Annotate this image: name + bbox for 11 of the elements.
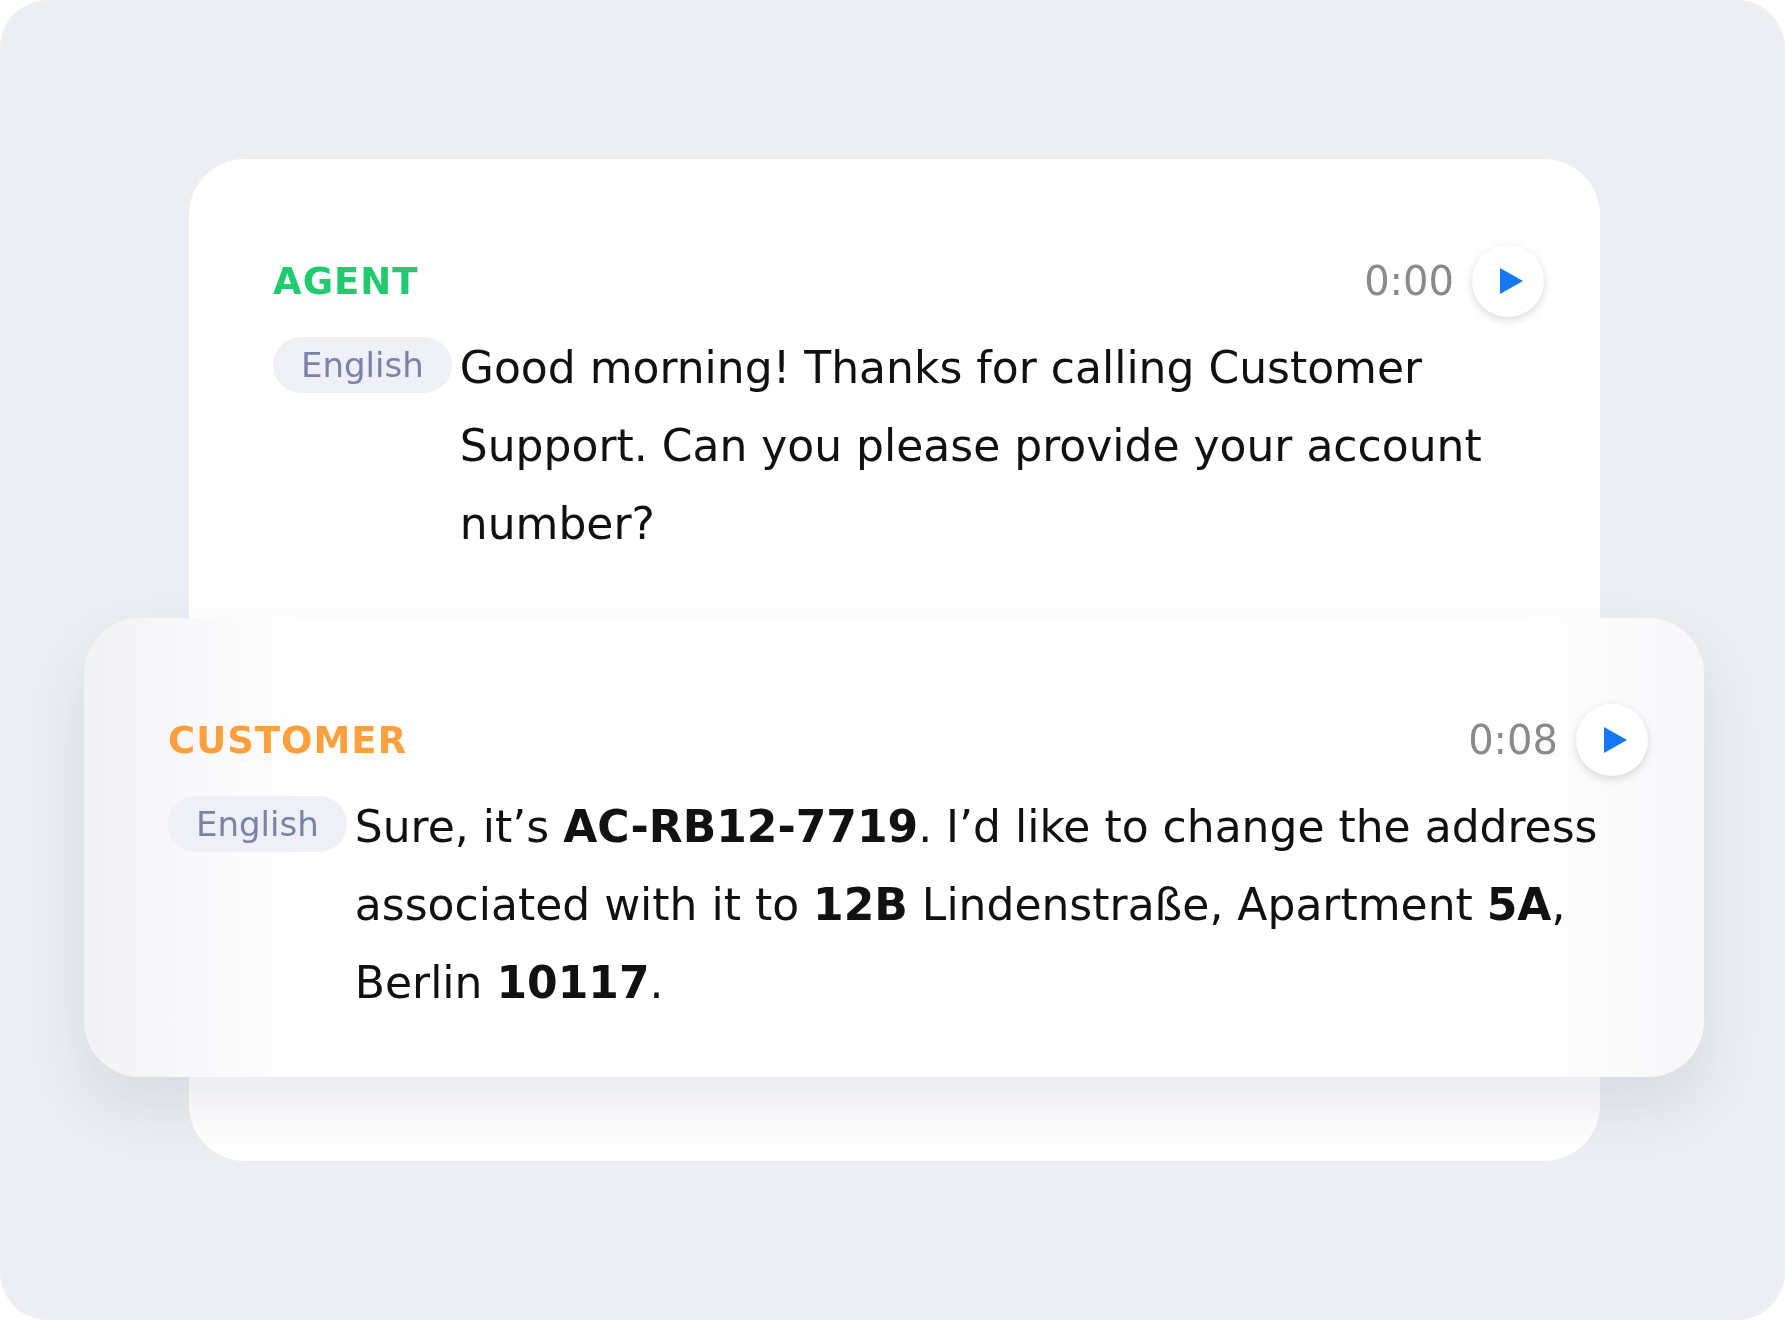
speaker-label: AGENT xyxy=(273,259,419,303)
speaker-label: CUSTOMER xyxy=(168,718,408,762)
language-tag: English xyxy=(273,337,452,393)
play-button[interactable] xyxy=(1576,704,1648,776)
message-text: Sure, it’s AC-RB12-7719. I’d like to change the address associated with it to 12B Lindenstraße, Apartment 5A, Berlin 10117. xyxy=(354,800,1599,1010)
play-button[interactable] xyxy=(1472,245,1544,317)
message-text: Good morning! Thanks for calling Customer Support. Can you please provide your account number? xyxy=(459,341,1483,551)
language-tag: English xyxy=(168,796,347,852)
timestamp: 0:00 xyxy=(1364,258,1454,304)
timestamp: 0:08 xyxy=(1468,717,1558,763)
play-icon xyxy=(1497,266,1525,296)
